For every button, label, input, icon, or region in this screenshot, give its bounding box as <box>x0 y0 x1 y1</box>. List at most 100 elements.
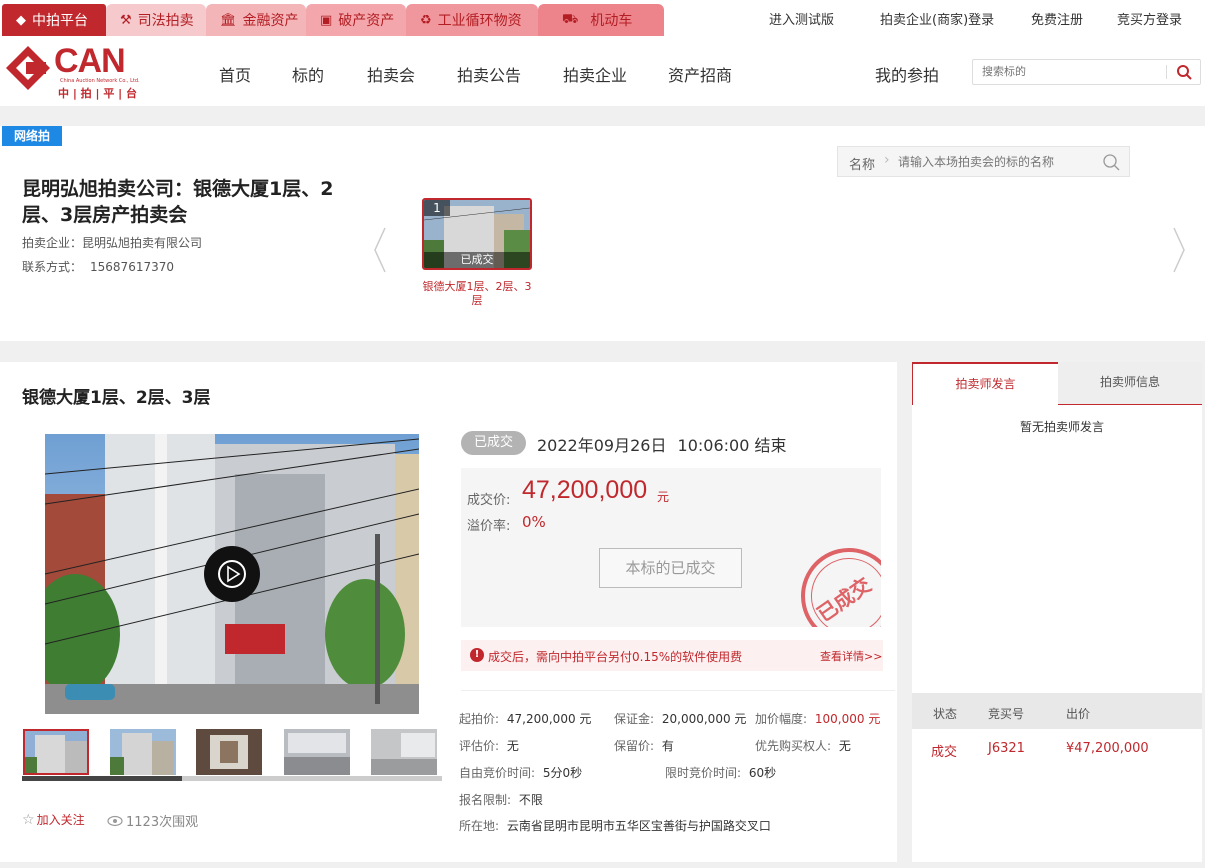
table-row: 成交 J6321 ¥47,200,000 <box>912 738 1202 762</box>
register-link[interactable]: 免费注册 <box>1031 9 1083 28</box>
detail-value: 20,000,000 元 <box>661 712 747 726</box>
logo-subtext: China Auction Network Co., Ltd. <box>60 78 140 84</box>
auctioneer-panel: 拍卖师发言 拍卖师信息 暂无拍卖师发言 状态 竞买号 出价 成交 J6321 ¥… <box>912 362 1202 862</box>
detail-value: 有 <box>661 739 674 753</box>
lot-thumbnail[interactable] <box>110 729 176 775</box>
fee-notice-link[interactable]: 查看详情>> <box>820 648 882 664</box>
platform-tab-label: 司法拍卖 <box>137 13 194 29</box>
test-version-link[interactable]: 进入测试版 <box>769 9 834 28</box>
deal-price: 47,200,000 <box>522 476 648 504</box>
lot-card-name[interactable]: 银德大厦1层、2层、3层 <box>418 280 536 308</box>
lot-filter-input[interactable] <box>898 147 1098 176</box>
platform-tab-finance[interactable]: 🏛 金融资产 <box>206 4 306 36</box>
play-button[interactable] <box>204 546 260 602</box>
detail-registration: 报名限制: 不限 <box>459 791 543 808</box>
session-company: 拍卖企业：昆明弘旭拍卖有限公司 <box>22 234 202 251</box>
search-icon[interactable] <box>1102 153 1120 171</box>
chevron-right-icon: › <box>884 152 890 168</box>
platform-bar: ◆ 中拍平台 ⚒ 司法拍卖 🏛 金融资产 ▣ 破产资产 ♻ 工业循环物资 ⛟ 机… <box>0 0 1205 38</box>
detail-label: 限时竞价时间: <box>665 766 742 780</box>
lot-filter-box: 名称 › <box>837 146 1130 177</box>
bid-price: ¥47,200,000 <box>1066 741 1149 756</box>
detail-label: 评估价: <box>459 739 500 753</box>
bid-table-header: 状态 竞买号 出价 <box>912 693 1202 729</box>
lot-carousel-card[interactable]: 1 已成交 <box>422 198 532 270</box>
carousel-next-icon[interactable] <box>1172 226 1186 274</box>
contact-phone: 15687617370 <box>90 260 174 274</box>
premium-label: 溢价率: <box>467 519 511 534</box>
nav-notices[interactable]: 拍卖公告 <box>457 62 521 86</box>
thumbnail-scrollbar[interactable] <box>22 776 442 781</box>
my-bids-link[interactable]: 我的参拍 <box>875 62 939 86</box>
lot-thumbnail[interactable] <box>371 729 437 775</box>
site-logo[interactable]: CAN China Auction Network Co., Ltd. 中 | … <box>4 42 140 100</box>
detail-label: 保证金: <box>614 712 655 726</box>
detail-label: 加价幅度: <box>755 712 808 726</box>
col-bidder: 竞买号 <box>988 707 1025 721</box>
eye-icon <box>107 815 123 826</box>
nav-home[interactable]: 首页 <box>219 62 251 86</box>
nav-lots[interactable]: 标的 <box>292 62 324 86</box>
lot-main-photo[interactable] <box>45 434 419 714</box>
nav-companies[interactable]: 拍卖企业 <box>563 62 627 86</box>
buyer-login-link[interactable]: 竞买方登录 <box>1117 9 1182 28</box>
view-count: 1123次围观 <box>107 811 198 830</box>
platform-tab-zhongpai[interactable]: ◆ 中拍平台 <box>2 4 106 36</box>
divider <box>461 690 895 691</box>
platform-tab-label: 中拍平台 <box>32 13 88 29</box>
search-icon[interactable] <box>1176 64 1192 80</box>
follow-button[interactable]: ☆ 加入关注 <box>22 811 85 828</box>
platform-tab-label: 金融资产 <box>242 13 299 29</box>
detail-label: 所在地: <box>459 819 500 833</box>
detail-increment: 加价幅度: 100,000 元 <box>755 710 880 727</box>
detail-reserve: 保留价: 有 <box>614 737 674 754</box>
search-input[interactable] <box>973 60 1163 84</box>
detail-value: 5分0秒 <box>542 766 583 780</box>
detail-appraisal: 评估价: 无 <box>459 737 519 754</box>
platform-tab-vehicle[interactable]: ⛟ 机动车 <box>538 4 664 36</box>
premium-rate: 0% <box>522 513 546 531</box>
logo-text: CAN <box>54 42 126 80</box>
scrollbar-thumb[interactable] <box>22 776 182 781</box>
platform-tab-industrial[interactable]: ♻ 工业循环物资 <box>406 4 538 36</box>
fee-notice: ! 成交后，需向中拍平台另付0.15%的软件使用费 查看详情>> <box>461 640 883 671</box>
nav-investment[interactable]: 资产招商 <box>668 62 732 86</box>
company-label: 拍卖企业： <box>22 236 83 250</box>
lot-thumbnail[interactable] <box>23 729 89 775</box>
detail-value: 云南省昆明市昆明市五华区宝善街与护国路交叉口 <box>506 819 771 833</box>
bid-status: 成交 <box>931 745 958 760</box>
cash-icon: ▣ <box>320 12 333 28</box>
follow-label: 加入关注 <box>36 813 85 827</box>
platform-tab-bankrupt[interactable]: ▣ 破产资产 <box>306 4 406 36</box>
platform-tab-label: 破产资产 <box>338 13 395 29</box>
carousel-prev-icon[interactable] <box>373 226 387 274</box>
lot-panel: 银德大厦1层、2层、3层 ☆ 加入关注 1123次围观 已成交 2022年09月… <box>0 362 897 862</box>
merchant-login-link[interactable]: 拍卖企业(商家)登录 <box>880 9 994 28</box>
detail-label: 自由竞价时间: <box>459 766 536 780</box>
fee-notice-text: 成交后，需向中拍平台另付0.15%的软件使用费 <box>488 650 743 664</box>
star-icon: ☆ <box>22 811 35 828</box>
end-time-value: 10:06:00 结束 <box>677 436 787 455</box>
end-time: 2022年09月26日 10:06:00 结束 <box>537 432 787 456</box>
nav-auctions[interactable]: 拍卖会 <box>367 62 415 86</box>
detail-location: 所在地: 云南省昆明市昆明市五华区宝善街与护国路交叉口 <box>459 817 771 834</box>
session-title: 昆明弘旭拍卖公司：银德大厦1层、2层、3层房产拍卖会 <box>22 178 334 226</box>
sold-stamp: 已成交 <box>782 529 881 627</box>
lot-thumbnail[interactable] <box>284 729 350 775</box>
lot-card-status: 已成交 <box>424 252 530 268</box>
deal-price-unit: 元 <box>657 490 670 504</box>
status-badge: 已成交 <box>461 431 526 455</box>
platform-tab-judicial[interactable]: ⚒ 司法拍卖 <box>106 4 206 36</box>
deal-done-button[interactable]: 本标的已成交 <box>599 548 742 588</box>
detail-priority: 优先购买权人: 无 <box>755 737 851 754</box>
detail-value: 100,000 元 <box>814 712 881 726</box>
platform-tab-label: 工业循环物资 <box>437 13 522 29</box>
contact-label: 联系方式： <box>22 260 83 274</box>
alert-icon: ! <box>470 648 484 662</box>
recycle-icon: ♻ <box>420 12 432 28</box>
end-date: 2022年09月26日 <box>537 436 667 455</box>
lot-thumbnail[interactable] <box>196 729 262 775</box>
tab-auctioneer-speech[interactable]: 拍卖师发言 <box>912 362 1058 405</box>
detail-start-price: 起拍价: 47,200,000 元 <box>459 710 591 727</box>
tab-auctioneer-info[interactable]: 拍卖师信息 <box>1058 362 1202 405</box>
